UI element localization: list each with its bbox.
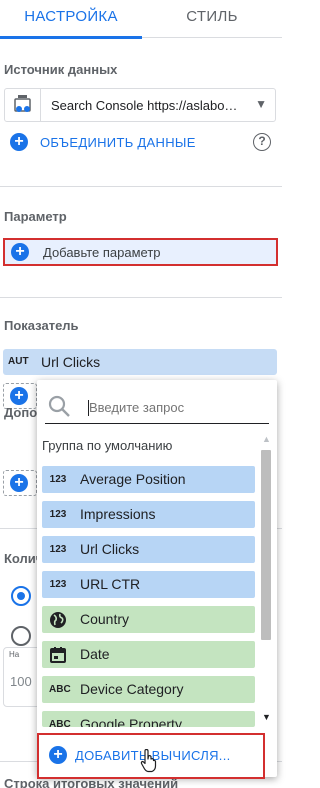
- add-parameter-button[interactable]: + Добавьте параметр: [3, 238, 278, 266]
- scrollbar[interactable]: ▲ ▼: [258, 434, 274, 724]
- number-type-icon: 123: [49, 544, 67, 555]
- scroll-up-icon[interactable]: ▲: [262, 434, 271, 444]
- tab-setup[interactable]: НАСТРОЙКА: [0, 0, 142, 39]
- number-type-icon: 123: [49, 579, 67, 590]
- data-source-select[interactable]: Search Console https://aslabo… ▼: [4, 88, 276, 122]
- field-search[interactable]: [45, 394, 269, 424]
- field-item-url-clicks[interactable]: 123 Url Clicks: [42, 536, 255, 563]
- text-type-icon: ABC: [49, 684, 71, 695]
- field-label: Device Category: [80, 681, 184, 697]
- metric-label: Url Clicks: [41, 354, 101, 370]
- rows-number-value: 100: [10, 674, 32, 689]
- search-icon: [48, 395, 70, 417]
- metric-title: Показатель: [4, 318, 79, 333]
- field-item-country[interactable]: Country: [42, 606, 255, 633]
- divider: [0, 297, 282, 298]
- data-source-icon: [5, 89, 41, 121]
- plus-icon: +: [11, 243, 29, 261]
- field-item-google-property[interactable]: ABC Google Property: [42, 711, 255, 727]
- number-type-icon: 123: [49, 474, 67, 485]
- help-icon[interactable]: ?: [253, 133, 271, 151]
- divider: [0, 186, 282, 187]
- chevron-down-icon: ▼: [255, 97, 267, 111]
- radio-option-selected[interactable]: [11, 586, 31, 606]
- field-label: Date: [80, 646, 110, 662]
- field-item-average-position[interactable]: 123 Average Position: [42, 466, 255, 493]
- group-label: Группа по умолчанию: [42, 438, 173, 453]
- tab-style[interactable]: СТИЛЬ: [142, 0, 282, 38]
- globe-icon: [49, 611, 67, 629]
- field-label: Average Position: [80, 471, 186, 487]
- field-label: Google Property: [80, 716, 182, 727]
- field-picker-dropdown: Группа по умолчанию 123 Average Position…: [37, 380, 277, 779]
- field-label: URL CTR: [80, 576, 141, 592]
- field-item-impressions[interactable]: 123 Impressions: [42, 501, 255, 528]
- add-parameter-label: Добавьте параметр: [43, 245, 161, 260]
- metric-type-badge: AUT: [8, 356, 29, 367]
- blend-data-button[interactable]: + ОБЪЕДИНИТЬ ДАННЫЕ: [10, 132, 196, 152]
- plus-icon: +: [10, 387, 28, 405]
- plus-icon: +: [49, 746, 67, 764]
- data-source-title: Источник данных: [4, 62, 118, 77]
- field-label: Impressions: [80, 506, 156, 522]
- parameter-title: Параметр: [4, 209, 67, 224]
- add-optional-metric-button[interactable]: +: [3, 470, 37, 496]
- metric-chip[interactable]: AUT Url Clicks: [3, 349, 277, 375]
- hand-cursor-icon: [140, 749, 157, 773]
- tab-bar: НАСТРОЙКА СТИЛЬ: [0, 0, 282, 39]
- text-type-icon: ABC: [49, 719, 71, 727]
- add-calculated-field-button[interactable]: + ДОБАВИТЬ ВЫЧИСЛЯ...: [37, 733, 265, 779]
- rows-number-caption: На: [9, 650, 20, 659]
- plus-icon: +: [10, 133, 28, 151]
- field-item-date[interactable]: Date: [42, 641, 255, 668]
- calendar-icon: [49, 646, 67, 664]
- blend-data-label: ОБЪЕДИНИТЬ ДАННЫЕ: [40, 134, 196, 150]
- field-search-input[interactable]: [89, 400, 265, 415]
- number-type-icon: 123: [49, 509, 67, 520]
- field-label: Url Clicks: [80, 541, 140, 557]
- radio-option[interactable]: [11, 626, 31, 646]
- plus-icon: +: [10, 474, 28, 492]
- data-source-value: Search Console https://aslabo…: [51, 98, 238, 113]
- scrollbar-thumb[interactable]: [261, 450, 271, 640]
- field-label: Country: [80, 611, 130, 627]
- field-item-device-category[interactable]: ABC Device Category: [42, 676, 255, 703]
- scroll-down-icon[interactable]: ▼: [262, 712, 271, 722]
- field-item-url-ctr[interactable]: 123 URL CTR: [42, 571, 255, 598]
